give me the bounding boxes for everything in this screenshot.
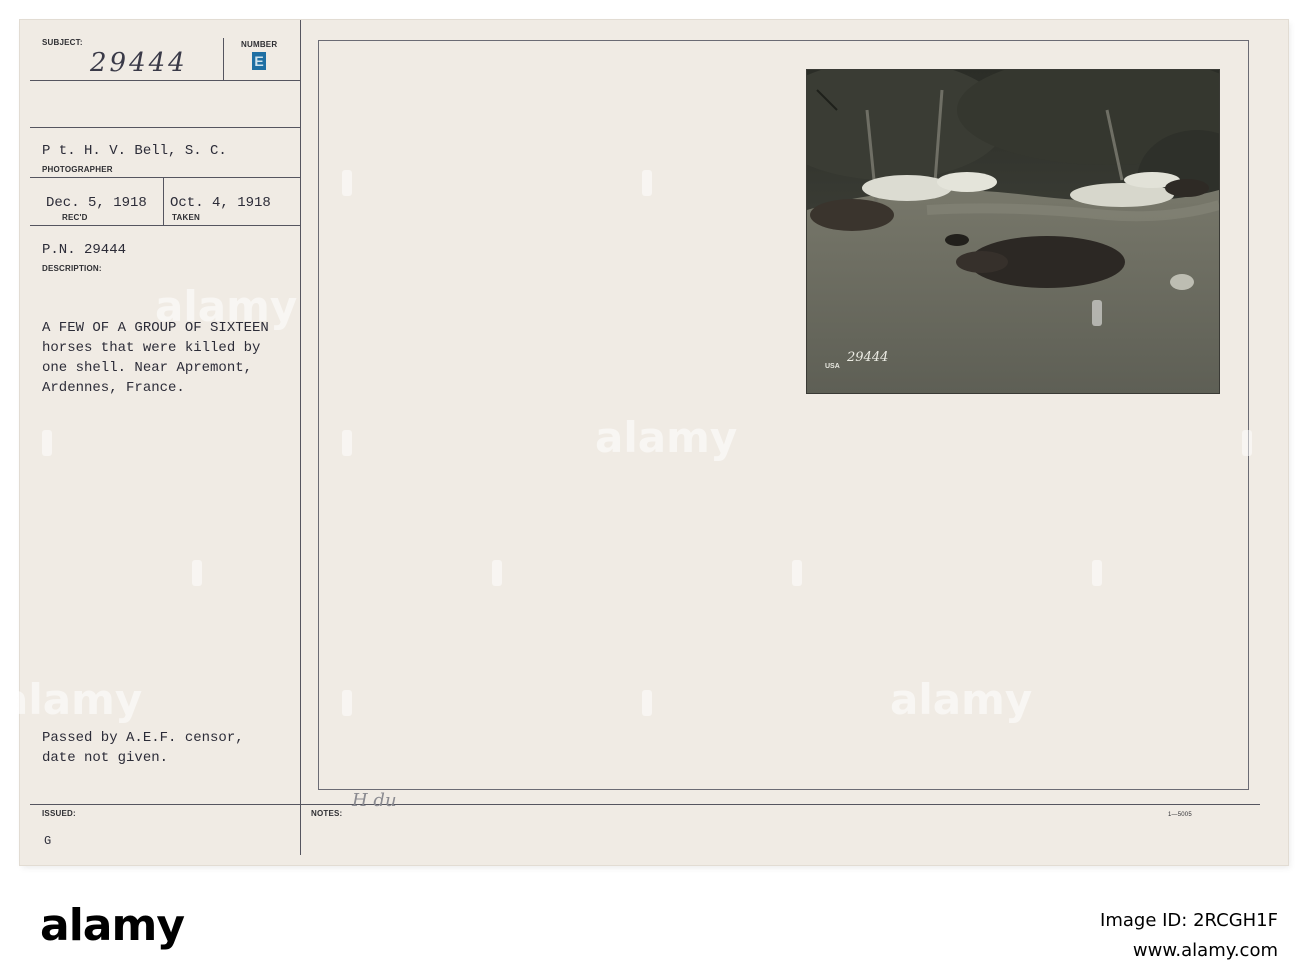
photographer-top-rule bbox=[30, 127, 300, 128]
issued-label: ISSUED: bbox=[42, 809, 76, 818]
watermark-mark bbox=[342, 170, 352, 196]
received-date: Dec. 5, 1918 bbox=[46, 195, 147, 211]
footer-logo: alamy bbox=[40, 900, 185, 951]
notes-handwritten: H du bbox=[352, 790, 397, 811]
description-line: Ardennes, France. bbox=[42, 380, 185, 396]
watermark-text: alamy bbox=[155, 282, 298, 331]
subject-rule bbox=[30, 80, 300, 81]
photo-scene bbox=[807, 70, 1219, 393]
watermark-mark bbox=[42, 430, 52, 456]
photo-stamp: USA bbox=[825, 363, 840, 370]
watermark-mark bbox=[192, 560, 202, 586]
number-stamp: E bbox=[252, 52, 266, 70]
watermark-mark bbox=[342, 690, 352, 716]
issued-rule bbox=[30, 804, 1260, 805]
description-line: one shell. Near Apremont, bbox=[42, 360, 253, 376]
description-label: DESCRIPTION: bbox=[42, 264, 102, 273]
dates-rule bbox=[30, 225, 300, 226]
footer-site[interactable]: www.alamy.com bbox=[1133, 940, 1278, 961]
received-label: REC'D bbox=[62, 213, 88, 222]
censor-line: date not given. bbox=[42, 750, 169, 766]
left-column-divider bbox=[300, 20, 301, 855]
watermark-mark bbox=[642, 170, 652, 196]
taken-date: Oct. 4, 1918 bbox=[170, 195, 271, 211]
watermark-mark bbox=[642, 690, 652, 716]
watermark-text: alamy bbox=[890, 675, 1033, 724]
watermark-text: alamy bbox=[0, 675, 143, 724]
subject-number-divider bbox=[223, 38, 224, 80]
war-photograph: USA 29444 bbox=[807, 70, 1219, 393]
subject-label: SUBJECT: bbox=[42, 38, 83, 47]
description-line: horses that were killed by bbox=[42, 340, 261, 356]
watermark-mark bbox=[1092, 560, 1102, 586]
watermark-mark bbox=[492, 560, 502, 586]
watermark-mark bbox=[792, 560, 802, 586]
photographer-label: PHOTOGRAPHER bbox=[42, 165, 113, 174]
footer-image-id: Image ID: 2RCGH1F bbox=[1100, 910, 1278, 931]
photo-number: 29444 bbox=[847, 350, 889, 365]
pn-value: P.N. 29444 bbox=[42, 242, 127, 258]
notes-label: NOTES: bbox=[311, 809, 343, 818]
watermark-mark bbox=[1242, 430, 1252, 456]
watermark-text: alamy bbox=[595, 413, 738, 462]
taken-label: TAKEN bbox=[172, 213, 200, 222]
censor-line: Passed by A.E.F. censor, bbox=[42, 730, 244, 746]
number-label: NUMBER bbox=[241, 40, 278, 49]
photographer-rule bbox=[30, 177, 300, 178]
date-divider bbox=[163, 177, 164, 225]
watermark-mark bbox=[1092, 300, 1102, 326]
form-number: 1—5005 bbox=[1168, 812, 1192, 818]
photographer-name: P t. H. V. Bell, S. C. bbox=[42, 143, 227, 159]
watermark-mark bbox=[342, 430, 352, 456]
subject-handwritten: 29444 bbox=[90, 48, 188, 78]
issued-value: G bbox=[44, 834, 52, 848]
